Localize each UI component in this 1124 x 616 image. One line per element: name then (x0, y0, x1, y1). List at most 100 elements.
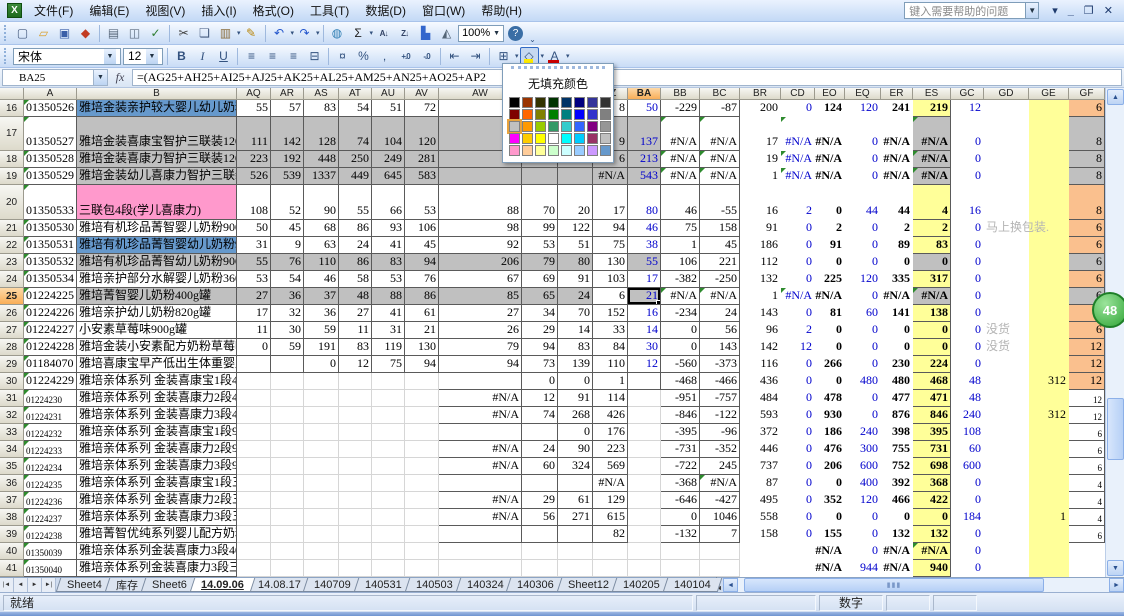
grid-cell[interactable]: 230 (881, 356, 913, 373)
grid-cell[interactable]: 446 (740, 441, 781, 458)
grid-cell[interactable]: 752 (881, 458, 913, 475)
help-dropdown-icon[interactable]: ▼ (1026, 2, 1039, 19)
redo-icon-dropdown[interactable]: ▾ (316, 29, 320, 37)
grid-cell[interactable] (628, 560, 661, 577)
grid-cell[interactable]: 53 (237, 271, 271, 288)
grid-cell[interactable]: 480 (881, 373, 913, 390)
floating-badge[interactable]: 48 (1092, 292, 1124, 328)
grid-cell[interactable] (237, 509, 271, 526)
grid-cell[interactable]: 01350526 (24, 100, 77, 117)
grid-cell[interactable]: 73 (522, 356, 558, 373)
grid-cell[interactable]: 0 (845, 151, 881, 168)
grid-cell[interactable] (304, 492, 339, 509)
grid-cell[interactable] (1029, 339, 1069, 356)
grid-cell[interactable] (304, 441, 339, 458)
grid-cell[interactable] (628, 509, 661, 526)
color-swatch[interactable] (522, 109, 533, 120)
increase-indent-icon[interactable]: ⇥ (466, 47, 485, 66)
grid-cell[interactable]: 0 (845, 288, 881, 305)
name-box[interactable]: BA25 (2, 69, 94, 86)
grid-cell[interactable] (522, 475, 558, 492)
grid-cell[interactable]: #N/A (700, 117, 740, 151)
grid-cell[interactable]: 55 (628, 254, 661, 271)
grid-cell[interactable]: -96 (700, 424, 740, 441)
grid-cell[interactable] (628, 424, 661, 441)
grid-cell[interactable]: 0 (558, 373, 593, 390)
grid-cell[interactable]: #N/A (439, 390, 522, 407)
grid-cell[interactable]: 223 (593, 441, 628, 458)
grid-cell[interactable]: 615 (593, 509, 628, 526)
grid-cell[interactable]: 94 (593, 220, 628, 237)
formula-input[interactable]: =(AG25+AH25+AI25+AJ25+AK25+AL25+AM25+AN2… (132, 69, 1122, 86)
grid-cell[interactable]: 1046 (700, 509, 740, 526)
grid-cell[interactable]: 01350529 (24, 168, 77, 185)
grid-cell[interactable]: 0 (913, 322, 951, 339)
grid-cell[interactable]: 0 (913, 339, 951, 356)
grid-cell[interactable]: 940 (913, 560, 951, 577)
grid-cell[interactable]: 335 (881, 271, 913, 288)
grid-cell[interactable] (1029, 560, 1069, 577)
grid-cell[interactable]: 0 (815, 509, 845, 526)
color-swatch[interactable] (522, 97, 533, 108)
color-swatch[interactable] (574, 121, 585, 132)
grid-cell[interactable]: 01224229 (24, 373, 77, 390)
grid-cell[interactable]: 70 (558, 305, 593, 322)
grid-cell[interactable] (304, 475, 339, 492)
grid-cell[interactable]: 38 (628, 237, 661, 254)
grid-cell[interactable]: -122 (700, 407, 740, 424)
grid-cell[interactable] (372, 509, 405, 526)
grid-cell[interactable] (271, 373, 304, 390)
grid-cell[interactable]: 01224228 (24, 339, 77, 356)
grid-cell[interactable]: #N/A (439, 492, 522, 509)
grid-cell[interactable]: 206 (815, 458, 845, 475)
grid-cell[interactable]: 83 (913, 237, 951, 254)
grid-cell[interactable]: 雅培亲体系列 金装喜康宝1段900g智选 (77, 424, 237, 441)
row-header[interactable]: 32 (0, 407, 24, 424)
grid-cell[interactable]: 271 (558, 509, 593, 526)
grid-cell[interactable]: 31 (237, 237, 271, 254)
grid-cell[interactable]: 132 (740, 271, 781, 288)
grid-cell[interactable]: 143 (700, 339, 740, 356)
grid-cell[interactable]: 0 (815, 373, 845, 390)
grid-cell[interactable]: 0 (781, 271, 815, 288)
grid-cell[interactable]: #N/A (593, 475, 628, 492)
grid-cell[interactable]: 99 (522, 220, 558, 237)
grid-cell[interactable]: 60 (951, 441, 984, 458)
grid-cell[interactable]: 91 (558, 390, 593, 407)
grid-cell[interactable]: 48 (951, 390, 984, 407)
grid-cell[interactable]: #N/A (439, 458, 522, 475)
color-swatch[interactable] (574, 109, 585, 120)
grid-cell[interactable] (984, 288, 1029, 305)
grid-cell[interactable]: 01224235 (24, 475, 77, 492)
grid-cell[interactable] (304, 526, 339, 543)
grid-cell[interactable]: #N/A (881, 543, 913, 560)
grid-cell[interactable]: 426 (593, 407, 628, 424)
column-header[interactable]: GC (951, 88, 984, 100)
grid-cell[interactable]: 雅培有机珍品菁智幼儿奶粉900g（3 (77, 254, 237, 271)
permission-icon[interactable]: ◆ (76, 24, 95, 43)
grid-cell[interactable] (405, 560, 439, 577)
grid-cell[interactable] (1029, 117, 1069, 151)
drawing-icon[interactable]: ◭ (437, 24, 456, 43)
minimize-icon[interactable]: _ (1063, 5, 1079, 17)
grid-cell[interactable]: 108 (237, 185, 271, 220)
grid-cell[interactable]: 129 (593, 492, 628, 509)
grid-cell[interactable]: 33 (593, 322, 628, 339)
grid-cell[interactable] (1029, 390, 1069, 407)
grid-cell[interactable]: 526 (237, 168, 271, 185)
menu-item[interactable]: 帮助(H) (473, 2, 530, 20)
grid-cell[interactable]: 雅培亲体系列 金装喜康力3段三联 (77, 509, 237, 526)
grid-cell[interactable]: 104 (372, 117, 405, 151)
grid-cell[interactable]: 158 (740, 526, 781, 543)
grid-cell[interactable]: 600 (845, 458, 881, 475)
grid-cell[interactable] (372, 560, 405, 577)
grid-cell[interactable]: 112 (740, 254, 781, 271)
grid-cell[interactable]: 小安素草莓味900g罐 (77, 322, 237, 339)
column-header[interactable]: BA (628, 88, 661, 100)
sort-asc-icon[interactable]: A↓ (374, 24, 393, 43)
grid-cell[interactable]: 8 (1069, 117, 1105, 151)
color-swatch[interactable] (548, 145, 559, 156)
grid-cell[interactable]: 51 (558, 237, 593, 254)
grid-cell[interactable]: 92 (439, 237, 522, 254)
align-left-icon[interactable]: ≡ (242, 47, 261, 66)
